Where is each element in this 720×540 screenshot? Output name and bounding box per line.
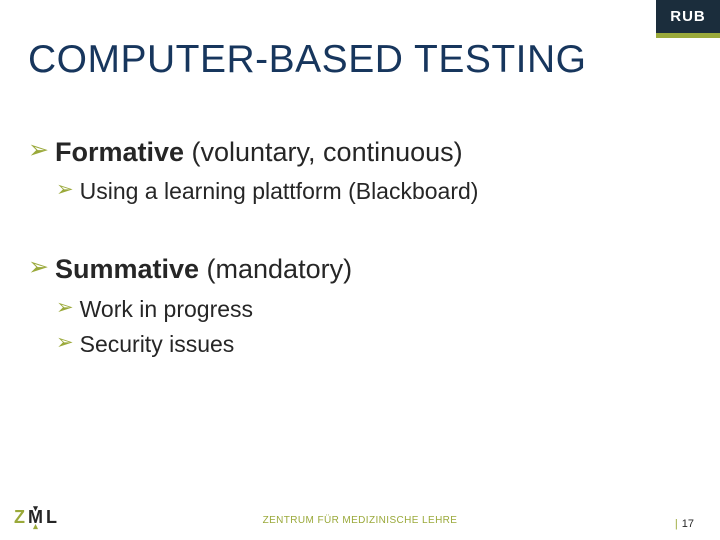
bullet-formative: ➢ Formative (voluntary, continuous) [28, 134, 680, 170]
chevron-icon: ➢ [56, 329, 74, 357]
spacer [28, 211, 680, 235]
rub-text: RUB [670, 8, 706, 25]
chevron-icon: ➢ [56, 176, 74, 204]
bullet-security: ➢ Security issues [56, 329, 680, 360]
rub-badge: RUB [656, 0, 720, 38]
chevron-icon: ➢ [28, 134, 49, 168]
bullet-text: Work in progress [80, 294, 253, 325]
slide-title: COMPUTER-BASED TESTING [0, 0, 720, 90]
bullet-wip: ➢ Work in progress [56, 294, 680, 325]
bullet-blackboard: ➢ Using a learning plattform (Blackboard… [56, 176, 680, 207]
page-number: |17 [675, 518, 694, 530]
slide-body: ➢ Formative (voluntary, continuous) ➢ Us… [0, 90, 720, 360]
bullet-summative: ➢ Summative (mandatory) [28, 251, 680, 287]
bullet-text: Summative (mandatory) [55, 251, 352, 287]
chevron-icon: ➢ [56, 294, 74, 322]
bullet-text: Security issues [80, 329, 235, 360]
bullet-text: Using a learning plattform (Blackboard) [80, 176, 479, 207]
footer-bar: |17 [0, 518, 720, 530]
chevron-icon: ➢ [28, 251, 49, 285]
bullet-text: Formative (voluntary, continuous) [55, 134, 463, 170]
